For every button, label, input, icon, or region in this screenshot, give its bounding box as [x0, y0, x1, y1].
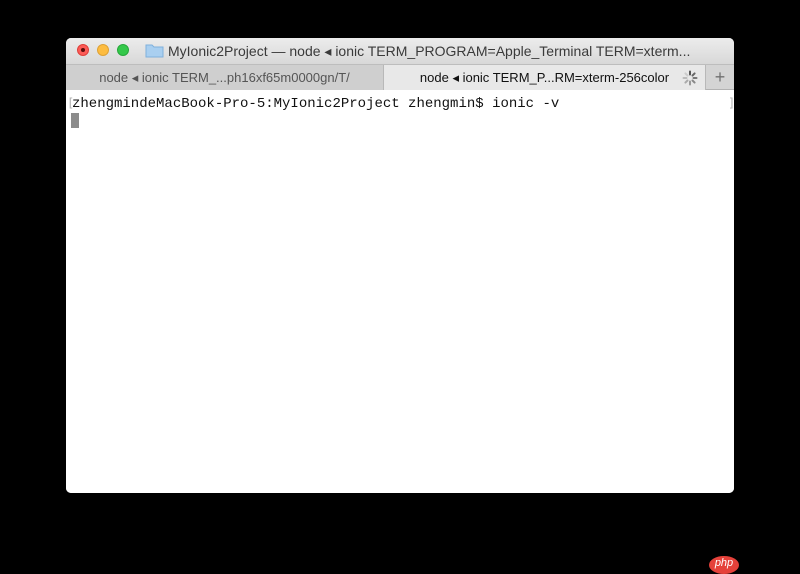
loading-spinner-icon [682, 70, 698, 86]
tab-active[interactable]: node ◂ ionic TERM_P...RM=xterm-256color [384, 65, 706, 90]
title-bar[interactable]: MyIonic2Project — node ◂ ionic TERM_PROG… [66, 38, 734, 64]
terminal-window: MyIonic2Project — node ◂ ionic TERM_PROG… [66, 38, 734, 493]
add-tab-button[interactable]: + [706, 65, 734, 90]
terminal-content[interactable]: [ zhengmindeMacBook-Pro-5:MyIonic2Projec… [66, 90, 734, 493]
close-button[interactable] [77, 44, 89, 56]
tab-bar: node ◂ ionic TERM_...ph16xf65m0000gn/T/ … [66, 64, 734, 90]
window-title: MyIonic2Project — node ◂ ionic TERM_PROG… [168, 43, 691, 59]
minimize-button[interactable] [97, 44, 109, 56]
folder-icon [145, 44, 164, 58]
tab-inactive[interactable]: node ◂ ionic TERM_...ph16xf65m0000gn/T/ [66, 65, 384, 90]
close-dot-icon [81, 48, 85, 52]
terminal-cursor [71, 113, 79, 128]
terminal-line: zhengmindeMacBook-Pro-5:MyIonic2Project … [72, 96, 560, 112]
watermark-badge: php [709, 556, 739, 574]
scroll-mark-right: ] [728, 96, 734, 110]
maximize-button[interactable] [117, 44, 129, 56]
